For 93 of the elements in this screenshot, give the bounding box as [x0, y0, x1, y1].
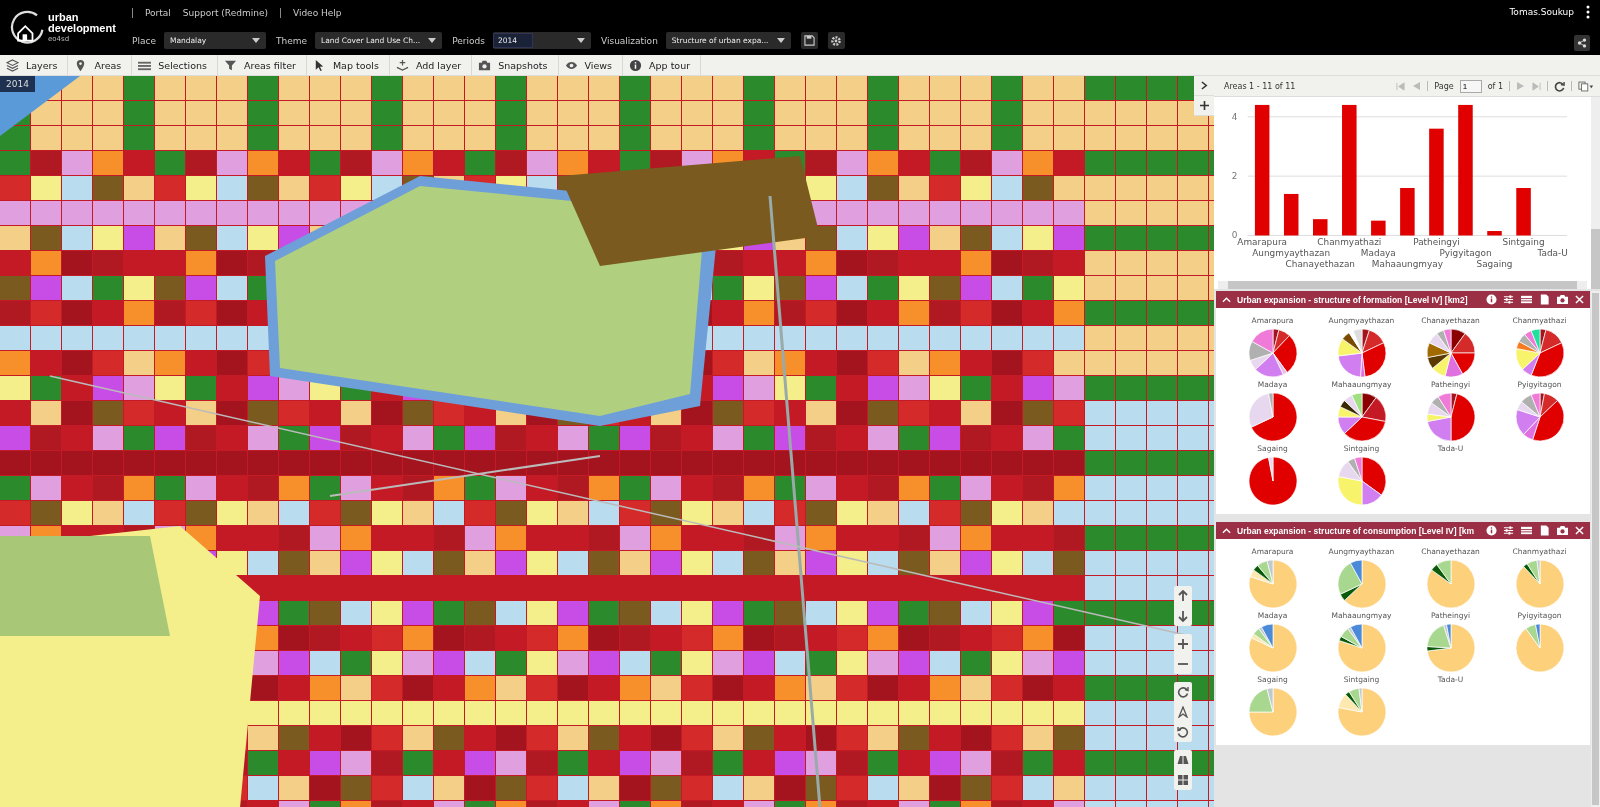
collapse-icon[interactable]	[1222, 527, 1231, 534]
refresh-icon[interactable]	[1554, 80, 1565, 92]
axis-tick-label: 4	[1231, 111, 1238, 122]
close-icon[interactable]	[1575, 526, 1584, 535]
category-label: Chanayethazan	[1285, 259, 1355, 270]
category-label: Patheingyi	[1413, 237, 1460, 248]
toolbar-button[interactable]: Map tools	[306, 55, 390, 75]
category-label: Sintgaing	[1502, 237, 1545, 248]
more-icon[interactable]	[1586, 5, 1590, 19]
vertical-scrollbar[interactable]	[1591, 291, 1600, 807]
toolbar-button[interactable]: Views	[558, 55, 624, 75]
logo-text: development	[48, 23, 116, 34]
sliders-icon[interactable]	[1503, 525, 1514, 536]
toolbar-button[interactable]: Layers	[0, 55, 69, 75]
caret-icon	[251, 38, 260, 43]
layers-icon	[6, 58, 19, 72]
filter-icon	[224, 58, 237, 72]
document-icon[interactable]	[1539, 294, 1550, 305]
perspective-icon[interactable]	[1177, 754, 1189, 766]
rotate-right-icon[interactable]	[1177, 686, 1189, 698]
axis-tick-label: 0	[1231, 230, 1238, 241]
panel-title: Urban expansion - structure of consumption [Level IV] [km	[1237, 525, 1475, 536]
grid-icon[interactable]	[1177, 774, 1189, 786]
period-label: 2014	[0, 76, 35, 92]
plus-icon	[1199, 101, 1209, 110]
collapse-icon[interactable]	[1222, 296, 1231, 303]
page-label: Page	[1434, 81, 1454, 91]
pie-chart-drawing[interactable]	[1425, 328, 1476, 378]
settings-button[interactable]	[827, 32, 845, 49]
pie-chart-drawing[interactable]	[1425, 559, 1476, 609]
document-icon[interactable]	[1539, 525, 1550, 536]
user-name[interactable]: Tomas.Soukup	[1509, 7, 1574, 17]
panel-title: Urban expansion - structure of formation [Level IV] [km2]	[1237, 294, 1468, 305]
toolbar-button[interactable]: Snapshots	[472, 55, 559, 75]
close-icon[interactable]	[1575, 295, 1584, 304]
category-label: Tada-U	[1537, 248, 1568, 259]
toolbar-button[interactable]: App tour	[623, 55, 702, 75]
horizontal-scrollbar[interactable]	[1218, 281, 1587, 289]
nav-link[interactable]: Video Help	[292, 8, 342, 18]
camera-icon[interactable]	[1556, 525, 1569, 536]
filter-label: Periods	[452, 35, 485, 46]
filter-label: Place	[132, 35, 156, 46]
category-label: Mahaaungmyay	[1371, 259, 1443, 270]
category-label: Pyigyitagon	[1439, 248, 1492, 259]
areas-count: Areas 1 - 11 of 11	[1224, 81, 1296, 91]
caret-icon	[776, 38, 785, 43]
add-panel-button[interactable]	[1194, 96, 1214, 116]
table-icon[interactable]	[1520, 525, 1533, 536]
pie-chart-drawing[interactable]	[1336, 392, 1387, 442]
category-label: Sagaing	[1476, 259, 1513, 270]
toolbar-button[interactable]: Areas	[68, 55, 133, 75]
compass-icon[interactable]	[1177, 706, 1189, 718]
logo-text: urban	[48, 12, 80, 23]
chart-bar[interactable]	[1283, 193, 1299, 236]
info-icon[interactable]	[1486, 525, 1497, 536]
share-button[interactable]	[1574, 35, 1590, 51]
floppy-icon	[803, 35, 815, 46]
arrow-down-icon[interactable]	[1177, 610, 1189, 622]
chevron-right-icon	[1200, 81, 1208, 90]
arrow-up-icon[interactable]	[1177, 590, 1189, 602]
toolbar-button[interactable]: Add layer	[389, 55, 473, 75]
share-icon	[1577, 38, 1587, 48]
pie-chart-drawing[interactable]	[1336, 559, 1387, 609]
zoom-in-icon[interactable]	[1177, 638, 1189, 650]
pie-chart-drawing[interactable]	[1336, 328, 1387, 378]
vertical-scrollbar[interactable]	[1591, 97, 1600, 289]
chart-bar[interactable]	[1254, 104, 1270, 236]
info-icon[interactable]	[1486, 294, 1497, 305]
copy-dropdown-icon[interactable]	[1578, 80, 1594, 92]
axis-tick-label: 2	[1231, 171, 1238, 182]
sliders-icon[interactable]	[1503, 294, 1514, 305]
chart-bar[interactable]	[1371, 220, 1386, 236]
table-icon[interactable]	[1520, 294, 1533, 305]
category-label: Chanmyathazi	[1317, 237, 1382, 248]
map-drawing[interactable]	[0, 76, 1214, 807]
filter-label: Visualization	[601, 35, 658, 46]
expand-panel-button[interactable]	[1194, 76, 1214, 96]
category-label: Madaya	[1360, 248, 1396, 259]
nav-link[interactable]: Support (Redmine)	[182, 8, 268, 18]
category-label: Amarapura	[1237, 237, 1287, 248]
camera-icon[interactable]	[1556, 294, 1569, 305]
caret-icon	[428, 38, 437, 43]
caret-icon	[577, 38, 585, 43]
nav-link[interactable]: Portal	[145, 8, 171, 18]
filter-label: Theme	[275, 35, 307, 46]
save-button[interactable]	[800, 32, 818, 49]
page-number-field[interactable]: 1	[1459, 79, 1482, 93]
toolbar-button[interactable]: Selections	[132, 55, 218, 75]
page-total: of 1	[1487, 81, 1503, 91]
rotate-left-icon[interactable]	[1177, 726, 1189, 738]
settings-icon	[830, 34, 842, 47]
toolbar-button[interactable]: Areas filter	[218, 55, 307, 75]
category-label: Aungmyaythazan	[1252, 248, 1331, 259]
